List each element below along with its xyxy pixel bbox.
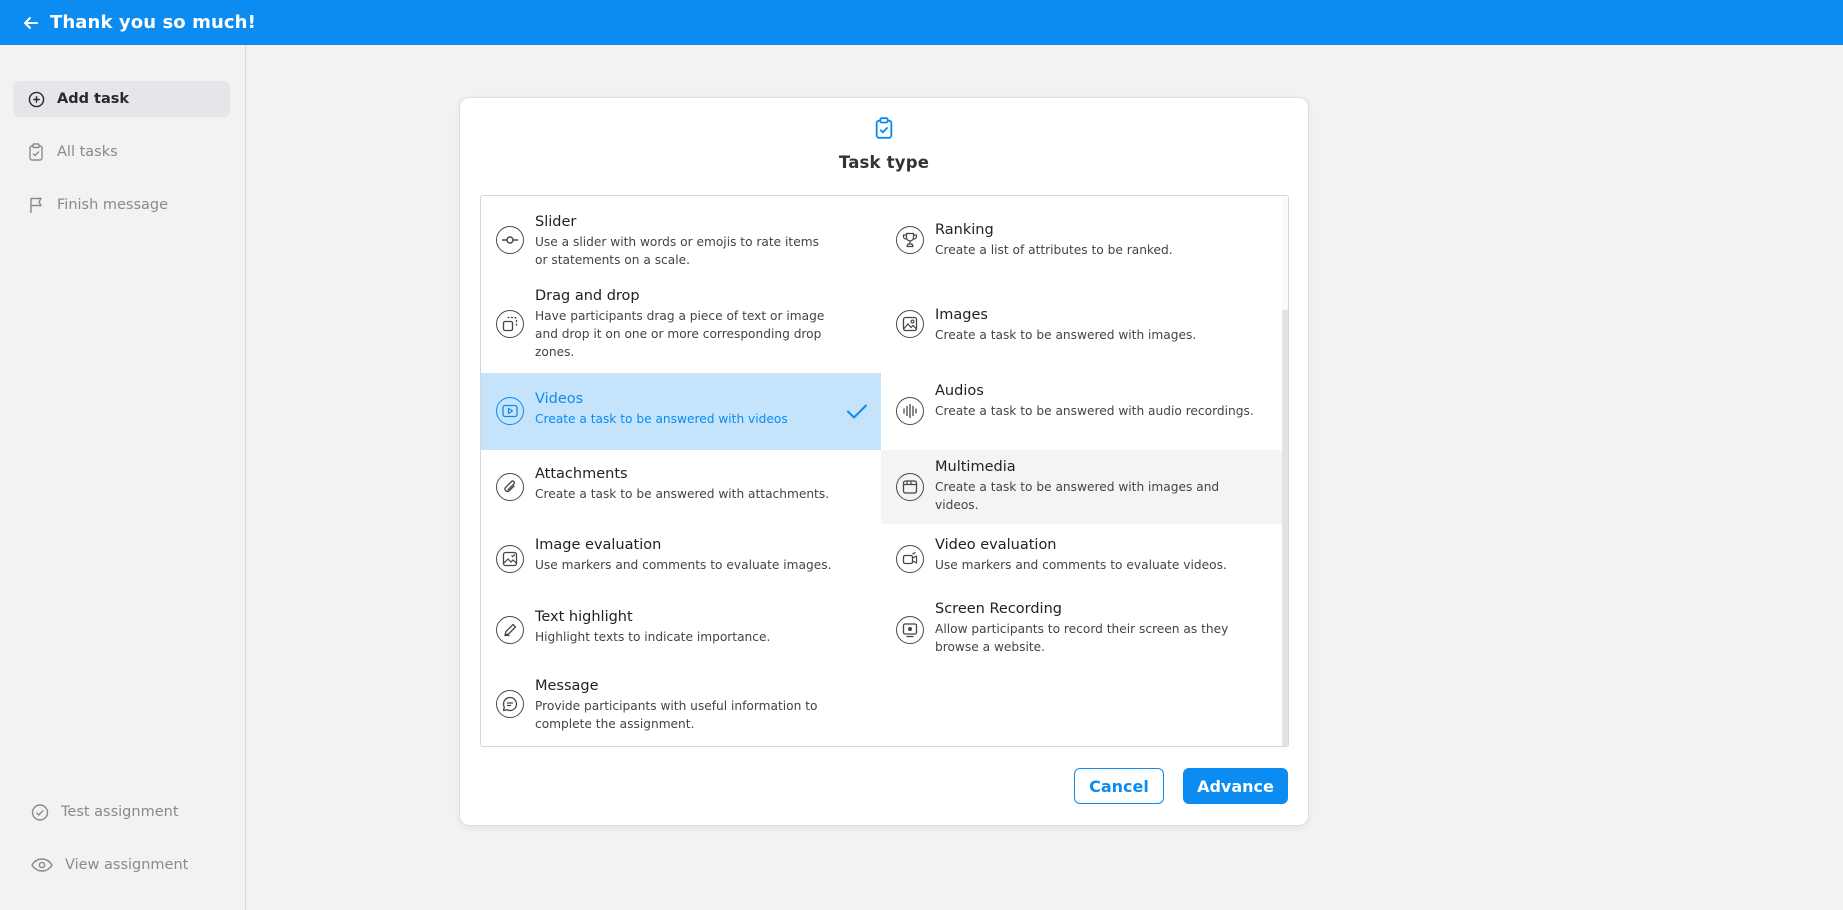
task-option-image-evaluation[interactable]: Image evaluation Use markers and comment… xyxy=(481,524,881,594)
image-check-icon xyxy=(496,545,524,573)
option-title: Video evaluation xyxy=(935,537,1057,553)
video-play-icon xyxy=(496,397,524,425)
cancel-button[interactable]: Cancel xyxy=(1074,768,1164,804)
eye-icon xyxy=(31,856,53,874)
sidebar-item-label: Test assignment xyxy=(61,804,179,820)
multimedia-icon xyxy=(896,473,924,501)
option-title: Audios xyxy=(935,383,984,399)
task-type-list[interactable]: Slider Use a slider with words or emojis… xyxy=(480,195,1289,747)
option-title: Images xyxy=(935,307,988,323)
clipboard-check-icon xyxy=(872,116,896,140)
task-option-drag-and-drop[interactable]: Drag and drop Have participants drag a p… xyxy=(481,284,881,363)
sidebar-item-label: Add task xyxy=(57,91,130,107)
image-icon xyxy=(896,310,924,338)
option-title: Screen Recording xyxy=(935,601,1062,617)
test-assignment-link[interactable]: Test assignment xyxy=(17,794,234,830)
chat-bubble-icon xyxy=(496,690,524,718)
task-option-images[interactable]: Images Create a task to be answered with… xyxy=(881,284,1282,373)
option-title: Attachments xyxy=(535,466,628,482)
view-assignment-link[interactable]: View assignment xyxy=(17,847,234,883)
option-description: Create a list of attributes to be ranked… xyxy=(935,243,1173,257)
sidebar-item-label: All tasks xyxy=(57,144,118,160)
video-camera-check-icon xyxy=(896,545,924,573)
option-title: Message xyxy=(535,678,599,694)
option-title: Ranking xyxy=(935,222,994,238)
task-option-video-evaluation[interactable]: Video evaluation Use markers and comment… xyxy=(881,524,1282,594)
scrollbar-thumb[interactable] xyxy=(1282,310,1288,746)
task-option-audios[interactable]: Audios Create a task to be answered with… xyxy=(881,373,1282,450)
slider-icon xyxy=(496,226,524,254)
task-option-videos[interactable]: Videos Create a task to be answered with… xyxy=(481,373,881,450)
option-title: Drag and drop xyxy=(535,288,640,304)
option-description: Create a task to be answered with images… xyxy=(935,328,1197,342)
page-title: Thank you so much! xyxy=(50,12,256,33)
task-option-screen-recording[interactable]: Screen Recording Allow participants to r… xyxy=(881,594,1282,666)
option-description: Use a slider with words or emojis to rat… xyxy=(535,235,819,267)
option-description: Allow participants to record their scree… xyxy=(935,622,1229,654)
flag-icon xyxy=(27,196,45,214)
task-type-modal: Task type Slider Use a slider with words… xyxy=(459,97,1309,826)
sidebar-item-label: View assignment xyxy=(65,857,189,873)
screen-record-icon xyxy=(896,616,924,644)
option-title: Text highlight xyxy=(535,609,633,625)
option-title: Slider xyxy=(535,214,577,230)
plus-circle-icon xyxy=(27,90,45,108)
audio-wave-icon xyxy=(896,397,924,425)
task-option-slider[interactable]: Slider Use a slider with words or emojis… xyxy=(481,196,881,284)
paperclip-icon xyxy=(496,473,524,501)
checkmark-icon xyxy=(845,399,869,423)
option-description: Create a task to be answered with attach… xyxy=(535,487,830,501)
modal-title: Task type xyxy=(838,153,930,172)
task-option-ranking[interactable]: Ranking Create a list of attributes to b… xyxy=(881,196,1282,284)
option-title: Multimedia xyxy=(935,459,1016,475)
task-option-message[interactable]: Message Provide participants with useful… xyxy=(481,666,881,746)
pen-icon xyxy=(496,616,524,644)
option-description: Create a task to be answered with videos xyxy=(535,412,788,426)
option-description: Have participants drag a piece of text o… xyxy=(535,309,825,359)
sidebar-item-finish-message[interactable]: Finish message xyxy=(13,187,230,223)
option-description: Use markers and comments to evaluate ima… xyxy=(535,558,832,572)
option-description: Highlight texts to indicate importance. xyxy=(535,630,771,644)
top-bar: Thank you so much! xyxy=(0,0,1843,45)
clipboard-icon xyxy=(27,143,45,161)
option-description: Provide participants with useful informa… xyxy=(535,699,818,731)
task-option-text-highlight[interactable]: Text highlight Highlight texts to indica… xyxy=(481,594,881,666)
option-title: Videos xyxy=(535,391,584,407)
sidebar-item-all-tasks[interactable]: All tasks xyxy=(13,134,230,170)
drag-drop-icon xyxy=(496,310,524,338)
advance-button[interactable]: Advance xyxy=(1183,768,1288,804)
task-option-multimedia[interactable]: Multimedia Create a task to be answered … xyxy=(881,450,1282,524)
option-title: Image evaluation xyxy=(535,537,662,553)
sidebar-item-label: Finish message xyxy=(57,197,169,213)
check-circle-icon xyxy=(31,803,49,821)
trophy-icon xyxy=(896,226,924,254)
option-description: Create a task to be answered with audio … xyxy=(935,404,1254,418)
sidebar: Add task All tasks Finish message Test a… xyxy=(0,45,246,910)
sidebar-item-add-task[interactable]: Add task xyxy=(13,81,230,117)
task-option-attachments[interactable]: Attachments Create a task to be answered… xyxy=(481,450,881,524)
option-description: Use markers and comments to evaluate vid… xyxy=(935,558,1227,572)
option-description: Create a task to be answered with images… xyxy=(935,480,1220,512)
back-arrow-icon[interactable] xyxy=(20,12,42,34)
